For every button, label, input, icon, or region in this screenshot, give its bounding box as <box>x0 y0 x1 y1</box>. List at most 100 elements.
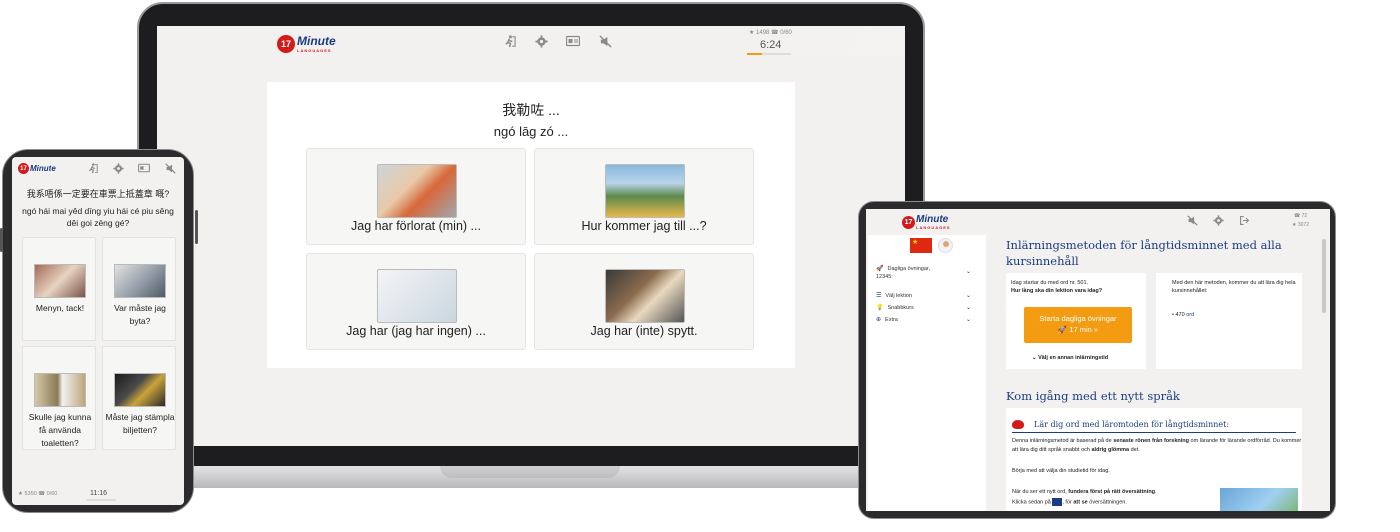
gear-icon[interactable] <box>112 162 124 174</box>
no-audio-icon[interactable] <box>598 34 612 48</box>
answer-option-4[interactable]: Jag har (inte) spytt. <box>534 253 754 350</box>
laptop-progress-bar <box>747 53 791 55</box>
logo-text: Minute <box>30 164 56 173</box>
question-romanization: ngó hái mai yêd dīng yiu hái cé piu sêng… <box>22 206 174 228</box>
china-flag-icon[interactable] <box>910 238 932 253</box>
answer-option-label: Jag har (inte) spytt. <box>590 324 698 338</box>
logo-badge: 17 <box>18 163 29 174</box>
laptop-stats: ★ 1498 ☎ 0/60 <box>749 30 792 36</box>
answer-option-2[interactable]: Hur kommer jag till ...? <box>534 148 754 245</box>
figure-icon[interactable] <box>86 162 98 174</box>
learn-method-title: Lär dig ord med läromtoden för långtidsm… <box>1034 420 1230 429</box>
avatar[interactable] <box>938 238 953 253</box>
phone-timer: 11:16 <box>90 490 107 497</box>
answer-option-4[interactable]: Måste jag stämpla biljetten? <box>102 346 176 450</box>
tablet-toolbar <box>1186 214 1250 226</box>
logout-icon[interactable] <box>1238 214 1250 226</box>
answer-option-label: Jag har förlorat (min) ... <box>351 219 481 233</box>
app-logo[interactable]: 17 Minute LANGUAGES <box>277 34 336 53</box>
sidebar-item-extra[interactable]: ⊕ Extra <box>876 316 898 324</box>
chevron-down-icon[interactable]: ⌄ <box>966 268 971 275</box>
reveal-button-icon <box>1052 498 1063 506</box>
answer-option-2[interactable]: Var måste jag byta? <box>102 237 176 341</box>
method-description: Med den här metoden, kommer du att lära … <box>1172 280 1296 294</box>
answer-option-1[interactable]: Menyn, tack! <box>22 237 96 341</box>
no-audio-icon[interactable] <box>1186 214 1198 226</box>
tablet-stat-top: ☎ 72 <box>1294 213 1308 219</box>
new-word-paragraph: När du ser ett nytt ord, fundera först p… <box>1012 489 1157 495</box>
answer-option-1[interactable]: Jag har förlorat (min) ... <box>306 148 526 245</box>
app-logo[interactable]: 17 Minute <box>18 163 56 174</box>
car-sick-photo <box>605 269 685 323</box>
answer-option-3[interactable]: Jag har (jag har ingen) ... <box>306 253 526 350</box>
click-paragraph: Klicka sedan på , för att se översättnin… <box>1012 498 1127 506</box>
app-logo[interactable]: 17 Minute LANGUAGES <box>902 214 951 230</box>
tablet-sidebar: 🚀Dagliga övningar, 12345: ⌄ ☰Välj lektio… <box>868 235 986 511</box>
answer-option-label: Var måste jag byta? <box>114 303 166 326</box>
answer-option-label: Skulle jag kunna få använda toaletten? <box>28 412 92 448</box>
card-icon[interactable] <box>566 34 580 48</box>
sidebar-item-crash-course[interactable]: 💡 Snabbkurs <box>876 304 914 312</box>
list-icon: ☰ <box>876 293 882 299</box>
section-title: Kom igång med ett nytt språk <box>1006 389 1180 403</box>
divider <box>1012 432 1296 433</box>
laptop-trackpad-notch <box>440 466 620 478</box>
chevron-down-icon[interactable]: ⌄ <box>966 292 971 299</box>
answer-option-label: Jag har (jag har ingen) ... <box>346 324 486 338</box>
start-daily-exercises-button[interactable]: Starta dagliga övningar 🚀 17 min » <box>1024 307 1132 343</box>
phone-power-button <box>195 210 198 244</box>
answer-option-3[interactable]: Skulle jag kunna få använda toaletten? <box>22 346 96 450</box>
page-title: Inlärningsmetoden för långtidsminnet med… <box>1006 238 1282 268</box>
tablet-stat-bottom: ★ 3072 <box>1292 222 1309 228</box>
answer-option-label: Hur kommer jag till ...? <box>581 219 707 233</box>
laptop-progress-fill <box>747 53 763 55</box>
start-word-text: Idag startar du med ord nr. 501. <box>1011 280 1089 286</box>
chevron-down-icon[interactable]: ⌄ <box>966 316 971 323</box>
question-text: 我系唔係一定要在車票上抵蓋章 嘅? <box>26 189 170 199</box>
brain-icon <box>1012 420 1024 429</box>
logo-text: Minute LANGUAGES <box>297 34 336 53</box>
phone-screen: 17 Minute 我系唔係一定要在車票上抵蓋章 嘅? ngó hái mai … <box>12 157 184 505</box>
gear-icon[interactable] <box>534 34 548 48</box>
tablet-screen: 17 MinuteLANGUAGES ☎ 72 ★ 3072 🚀Dagliga … <box>866 209 1330 511</box>
phone-stats: ★ 5350 ☎ 0/60 <box>18 491 58 497</box>
doctor-hands-photo <box>377 269 457 323</box>
answer-option-label: Måste jag stämpla biljetten? <box>105 412 175 435</box>
woman-glasses-photo <box>377 164 457 218</box>
quiz-card: 我勒咗 ... ngó lāg zó ... Jag har förlorat … <box>267 82 795 368</box>
phone-progress-bar <box>86 499 116 501</box>
logo-badge: 17 <box>277 34 295 53</box>
toilet-door-photo <box>34 373 86 407</box>
method-paragraph: Denna inlärningsmetod är baserad på de s… <box>1012 438 1302 453</box>
scrollbar[interactable] <box>1322 239 1326 313</box>
word-count: • 470 ord <box>1172 312 1195 318</box>
laptop-app-header: 17 Minute LANGUAGES ★ 1498 ☎ 0/60 6:24 <box>157 26 905 58</box>
lightbulb-icon: 💡 <box>876 305 884 311</box>
study-time-paragraph: Börja med att välja din studietid för id… <box>1012 468 1110 474</box>
station-people-photo <box>114 264 166 298</box>
language-selector[interactable] <box>910 238 953 253</box>
figure-icon[interactable] <box>502 34 516 48</box>
laptop-screen: 17 Minute LANGUAGES ★ 1498 ☎ 0/60 6:24 我… <box>157 26 905 446</box>
answer-option-label: Menyn, tack! <box>35 303 85 313</box>
tourist-binoculars-photo <box>605 164 685 218</box>
laptop-toolbar <box>502 34 612 48</box>
laptop-timer: 6:24 <box>760 39 782 51</box>
question-romanization: ngó lāg zó ... <box>493 124 569 139</box>
card-icon[interactable] <box>138 162 150 174</box>
sidebar-item-daily-exercises[interactable]: 🚀 Dagliga övningar, 12345: <box>876 265 948 281</box>
logo-text: Minute LANGUAGES <box>916 214 951 230</box>
device-mockup-stage: 17 Minute LANGUAGES ★ 1498 ☎ 0/60 6:24 我… <box>0 0 1400 532</box>
choose-other-time-link[interactable]: ⌄ Välj en annan inlärningstid <box>1032 355 1108 361</box>
question-text: 我勒咗 ... <box>502 102 560 118</box>
restaurant-photo <box>34 264 86 298</box>
sidebar-item-choose-lesson[interactable]: ☰ Välj lektion <box>876 292 912 300</box>
no-audio-icon[interactable] <box>164 162 176 174</box>
phone-toolbar <box>86 162 176 174</box>
rocket-icon: 🚀 <box>876 266 884 272</box>
palm-tree-photo <box>1220 488 1298 511</box>
chevron-down-icon[interactable]: ⌄ <box>966 304 971 311</box>
phone-volume-button <box>0 228 3 252</box>
globe-icon: ⊕ <box>876 317 882 323</box>
gear-icon[interactable] <box>1212 214 1224 226</box>
